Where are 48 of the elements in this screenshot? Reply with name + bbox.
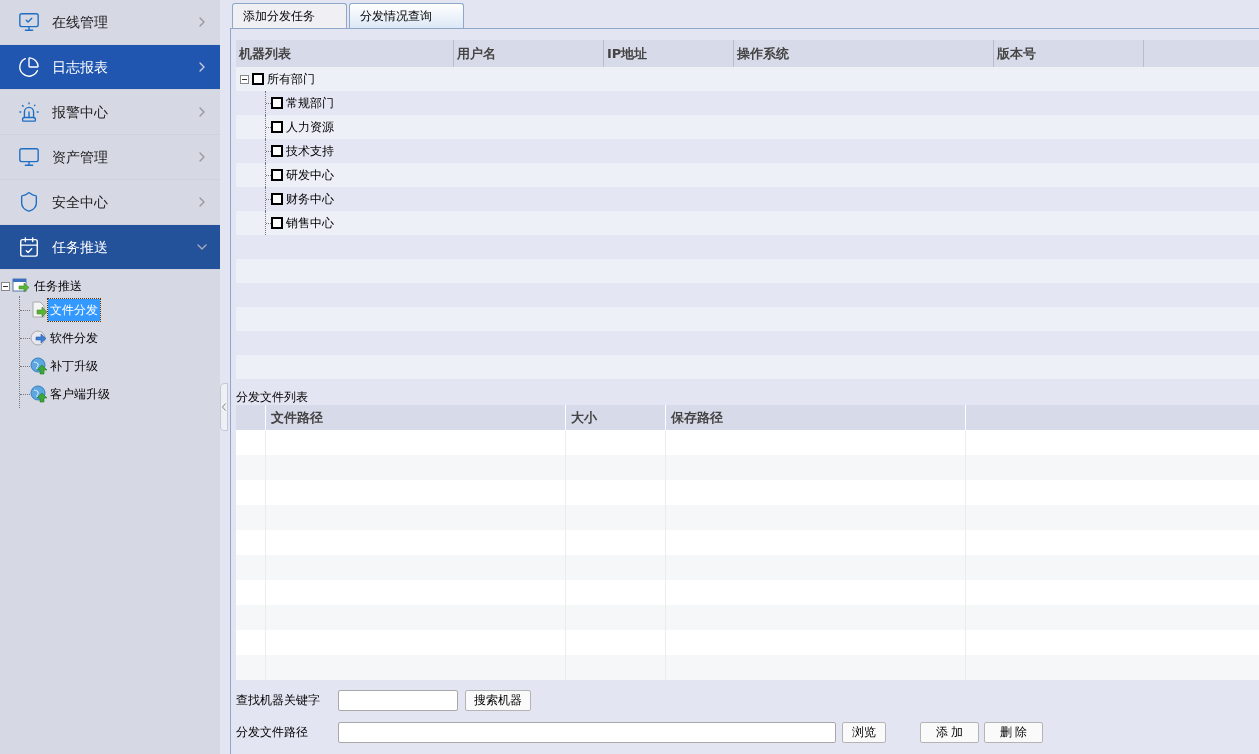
tree-node-label[interactable]: 技术支持 xyxy=(286,142,334,160)
tree-node-label[interactable]: 销售中心 xyxy=(286,214,334,232)
menu-item[interactable]: 日志报表 xyxy=(0,45,220,90)
menu-label: 任务推送 xyxy=(52,237,109,257)
checkbox[interactable] xyxy=(271,217,283,229)
field-label: 分发文件路径 xyxy=(236,724,309,741)
tree-node-label[interactable]: 常规部门 xyxy=(286,94,334,112)
menu-label: 安全中心 xyxy=(52,192,109,212)
tree-node-label[interactable]: 研发中心 xyxy=(286,166,334,184)
chevron-left-icon xyxy=(222,403,226,411)
checkbox[interactable] xyxy=(271,145,283,157)
menu-label: 报警中心 xyxy=(52,102,109,122)
tree-node[interactable]: 软件分发 xyxy=(48,327,100,349)
checkbox[interactable] xyxy=(271,193,283,205)
tree-node-label[interactable]: 任务推送 xyxy=(34,277,82,295)
tree-node-label[interactable]: 财务中心 xyxy=(286,190,334,208)
monitor-check-icon xyxy=(18,11,40,33)
add-button[interactable]: 添 加 xyxy=(920,721,979,743)
checkbox[interactable] xyxy=(271,169,283,181)
shield-icon xyxy=(18,191,40,213)
menu-label: 在线管理 xyxy=(52,12,109,32)
section-title: 分发文件列表 xyxy=(236,389,309,405)
alarm-light-icon xyxy=(18,101,40,123)
checkbox[interactable] xyxy=(252,73,264,85)
browse-button[interactable]: 浏览 xyxy=(842,721,886,743)
tab[interactable]: 添加分发任务 xyxy=(232,3,347,28)
document-arrow-icon xyxy=(30,301,48,319)
collapse-handle[interactable] xyxy=(220,383,228,431)
search-machine-button[interactable]: 搜索机器 xyxy=(465,689,531,711)
tree-node[interactable]: 客户端升级 xyxy=(48,383,112,405)
tree-node-label[interactable]: 所有部门 xyxy=(267,70,315,88)
field-label: 查找机器关键字 xyxy=(236,692,321,709)
tree-node-label[interactable]: 人力资源 xyxy=(286,118,334,136)
collapse-icon[interactable] xyxy=(1,281,10,291)
calendar-check-icon xyxy=(18,236,40,258)
delete-button[interactable]: 删 除 xyxy=(984,721,1043,743)
monitor-icon xyxy=(18,146,40,168)
checkbox[interactable] xyxy=(271,97,283,109)
checkbox[interactable] xyxy=(271,121,283,133)
pie-chart-icon xyxy=(18,56,40,78)
keyword-input[interactable] xyxy=(338,689,458,711)
tab[interactable]: 分发情况查询 xyxy=(349,3,464,28)
menu-label: 日志报表 xyxy=(52,57,109,77)
tree-node[interactable]: 补丁升级 xyxy=(48,355,100,377)
file-path-input[interactable] xyxy=(338,721,836,743)
menu-label: 资产管理 xyxy=(52,147,109,167)
collapse-icon[interactable] xyxy=(240,74,249,84)
menu-item[interactable]: 任务推送 xyxy=(0,225,220,270)
